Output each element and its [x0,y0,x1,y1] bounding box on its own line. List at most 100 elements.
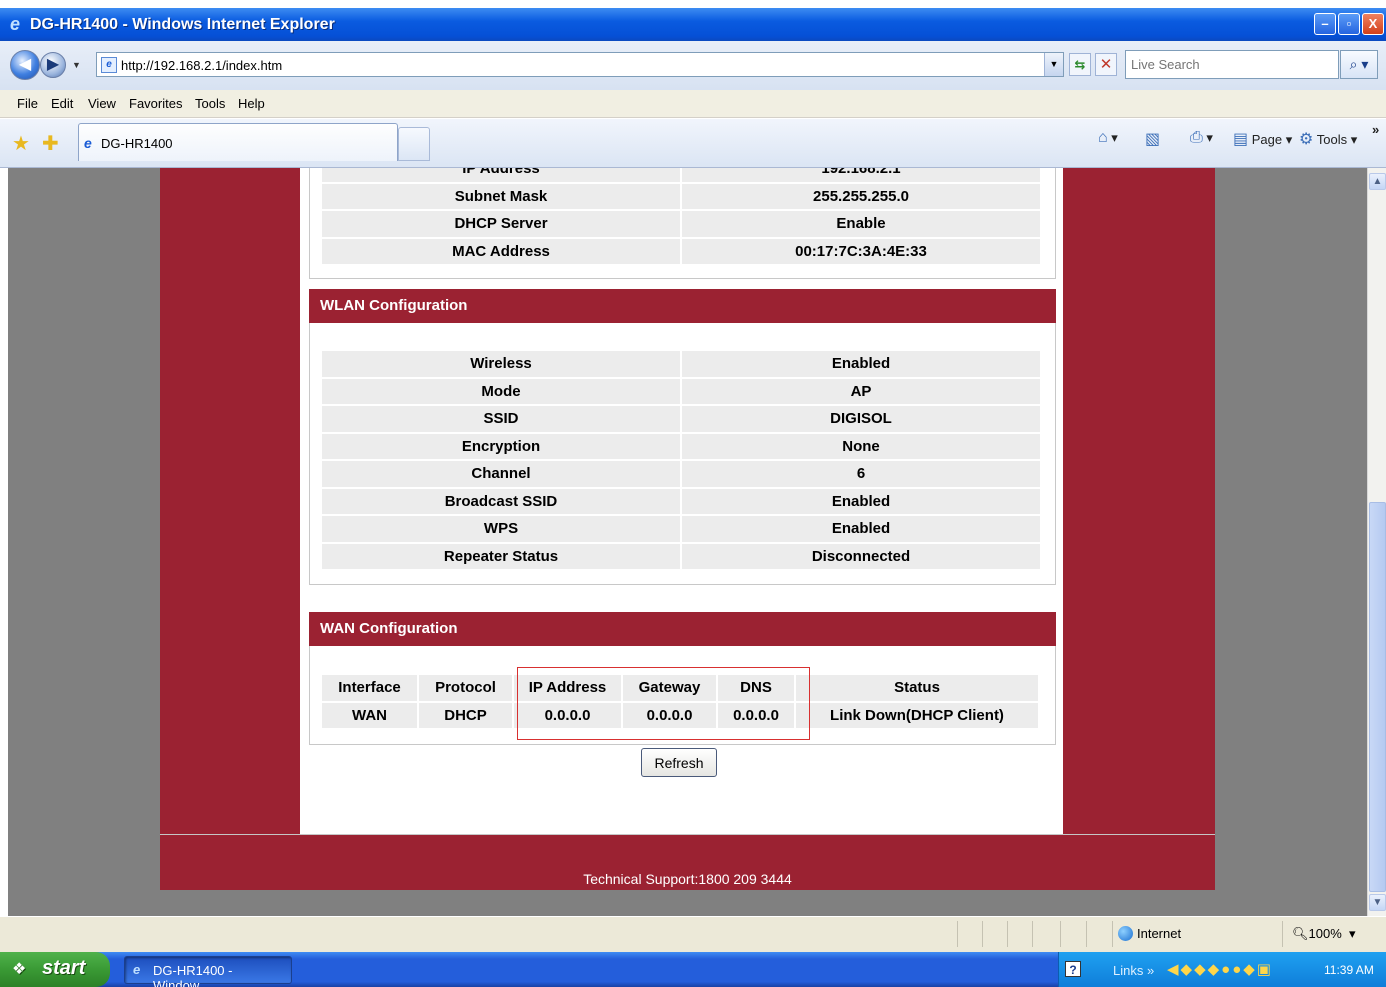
table-row: Wireless Enabled [322,351,1040,377]
tray-icons[interactable]: ◀◆◆◆●●◆▣ [1167,960,1273,978]
tab-ie-icon: e [84,135,92,151]
vertical-scrollbar[interactable]: ▲ ▼ [1367,168,1386,916]
ie-icon: e [10,14,21,34]
page-menu[interactable]: ▤ Page ▾ [1233,129,1292,149]
wlan-table: Wireless Enabled Mode AP SSID DIGISOL En… [320,349,1042,571]
page-menu-label: Page [1251,132,1283,147]
wlan-key: WPS [322,516,680,542]
close-button[interactable]: X [1362,13,1384,35]
technical-support-text: Technical Support:1800 209 3444 [583,871,792,887]
scroll-down-icon[interactable]: ▼ [1369,894,1386,911]
home-icon[interactable]: ⌂ ▾ [1098,129,1118,147]
wan-header: Interface [322,675,417,701]
menu-tools[interactable]: Tools [195,96,225,111]
wan-header: Status [796,675,1038,701]
table-row: Channel 6 [322,461,1040,487]
menu-bar: File Edit View Favorites Tools Help [0,90,1386,118]
wlan-value: AP [682,378,1040,404]
add-favorites-icon[interactable]: ✚ [42,131,59,156]
security-zone[interactable]: Internet [1118,926,1181,941]
lan-value: 00:17:7C:3A:4E:33 [682,238,1040,264]
menu-view[interactable]: View [88,96,116,111]
print-icon[interactable]: ⎙ ▾ [1190,129,1213,147]
window-title-bar[interactable]: e DG-HR1400 - Windows Internet Explorer … [0,8,1386,41]
wan-title: WAN Configuration [309,612,1056,646]
lan-value: 255.255.255.0 [682,183,1040,209]
links-toolbar[interactable]: Links » [1113,963,1154,978]
lan-value: 192.168.2.1 [682,168,1040,182]
wlan-value: Enabled [682,351,1040,377]
more-chevron-icon[interactable]: » [1372,122,1379,137]
minimize-button[interactable]: – [1314,13,1336,35]
menu-edit[interactable]: Edit [51,96,73,111]
wlan-key: Broadcast SSID [322,488,680,514]
lan-key: Subnet Mask [322,183,680,209]
globe-icon [1118,926,1133,941]
links-label: Links [1113,963,1144,978]
wlan-value: Enabled [682,516,1040,542]
wlan-key: Repeater Status [322,543,680,569]
address-field[interactable]: e http://192.168.2.1/index.htm [96,52,1064,77]
zone-label: Internet [1137,926,1182,941]
address-dropdown-icon[interactable]: ▼ [1044,53,1063,76]
help-icon[interactable]: ? [1065,961,1081,977]
tab-dg-hr1400[interactable]: e DG-HR1400 [78,123,398,161]
menu-file[interactable]: File [17,96,38,111]
search-input[interactable] [1126,51,1326,77]
zoom-level[interactable]: 🔍︎100% ▾ [1292,926,1356,942]
stop-icon[interactable]: ✕ [1095,53,1117,76]
table-row: SSID DIGISOL [322,406,1040,432]
wlan-value: DIGISOL [682,406,1040,432]
history-dropdown-icon[interactable]: ▼ [72,60,81,70]
wlan-key: Wireless [322,351,680,377]
start-button[interactable]: ❖ start [0,952,110,987]
search-box[interactable] [1125,50,1339,79]
menu-help[interactable]: Help [238,96,265,111]
status-divider [1086,921,1087,947]
wan-cell: WAN [322,702,417,728]
forward-button[interactable]: ▶ [40,52,66,78]
refresh-icon[interactable]: ⇆ [1069,53,1091,76]
table-row: Repeater Status Disconnected [322,543,1040,569]
status-divider [982,921,983,947]
status-divider [1282,921,1283,947]
lan-key: MAC Address [322,238,680,264]
table-row: Mode AP [322,378,1040,404]
scroll-up-icon[interactable]: ▲ [1369,173,1386,190]
status-divider [1112,921,1113,947]
zoom-value: 100% [1308,926,1342,941]
clock: 11:39 AM [1324,963,1374,977]
taskbar-item-ie[interactable]: e DG-HR1400 - Window... [124,956,292,987]
page-viewport: IP Address 192.168.2.1 Subnet Mask 255.2… [8,168,1367,916]
window-title: DG-HR1400 - Windows Internet Explorer [30,16,335,33]
taskbar-item-label: DG-HR1400 - Window... [153,963,233,987]
refresh-button[interactable]: Refresh [641,748,717,777]
page-footer: Technical Support:1800 209 3444 [160,834,1215,890]
lan-value: Enable [682,211,1040,237]
address-url[interactable]: http://192.168.2.1/index.htm [121,58,282,73]
status-bar: Internet 🔍︎100% ▾ [0,916,1386,952]
table-row: Subnet Mask 255.255.255.0 [322,183,1040,209]
back-button[interactable]: ◀ [10,50,40,80]
wlan-key: Channel [322,461,680,487]
status-divider [1032,921,1033,947]
menu-favorites[interactable]: Favorites [129,96,182,111]
wan-cell: Link Down(DHCP Client) [796,702,1038,728]
system-tray: ? Links » ◀◆◆◆●●◆▣ 11:39 AM [1058,952,1386,987]
scroll-thumb[interactable] [1369,502,1386,892]
tools-menu[interactable]: ⚙ Tools ▾ [1299,129,1357,149]
start-label: start [42,957,86,979]
table-row: Broadcast SSID Enabled [322,488,1040,514]
status-divider [957,921,958,947]
tools-menu-label: Tools [1316,132,1348,147]
new-tab-button[interactable] [398,127,430,161]
feeds-icon[interactable]: ▧ [1145,129,1160,149]
lan-key: DHCP Server [322,211,680,237]
wan-cell: DHCP [419,702,512,728]
favorites-star-icon[interactable]: ★ [12,131,30,156]
wlan-key: Mode [322,378,680,404]
maximize-button[interactable]: ▫ [1338,13,1360,35]
page-icon: e [101,57,117,73]
windows-flag-icon: ❖ [12,961,27,978]
search-icon[interactable]: ⌕ ▾ [1340,50,1378,79]
